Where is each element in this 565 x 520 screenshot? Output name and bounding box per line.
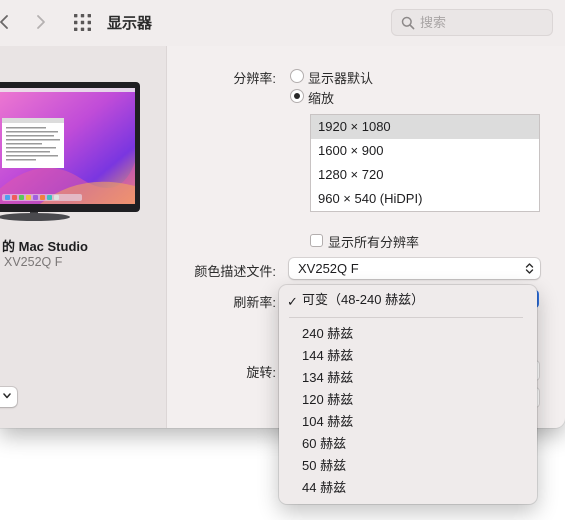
menu-separator [289,317,523,318]
display-sidebar: 的 Mac Studio XV252Q F [0,46,167,428]
display-options-dropdown[interactable] [0,387,17,407]
show-all-resolutions-checkbox[interactable] [310,234,323,247]
resolution-label: 分辨率: [233,71,276,86]
forward-chevron-icon[interactable] [34,10,54,34]
color-profile-value: XV252Q F [298,261,359,276]
refresh-rate-menu: ✓ 可变（48-240 赫兹） 240 赫兹 144 赫兹 134 赫兹 120… [279,285,537,504]
radio-scaled-label: 缩放 [308,91,335,106]
display-name: 的 Mac Studio [2,239,88,254]
resolution-item[interactable]: 1600 × 900 [311,139,539,163]
toolbar: 显示器 [0,0,565,46]
radio-default-label: 显示器默认 [308,71,374,86]
radio-scaled[interactable] [290,89,304,103]
menu-item-144[interactable]: 144 赫兹 [279,345,537,367]
radio-default[interactable] [290,69,304,83]
chevron-down-icon [3,393,11,399]
color-profile-label: 颜色描述文件: [194,264,276,279]
search-field[interactable] [391,9,553,36]
menu-item-44[interactable]: 44 赫兹 [279,477,537,499]
show-all-resolutions-label: 显示所有分辨率 [328,235,420,250]
resolution-item[interactable]: 1280 × 720 [311,163,539,187]
back-chevron-icon[interactable] [0,10,18,34]
menu-item-104[interactable]: 104 赫兹 [279,411,537,433]
menu-item-120[interactable]: 120 赫兹 [279,389,537,411]
updown-chevron-icon [525,263,534,274]
rotation-label: 旋转: [246,365,276,380]
menu-item-50[interactable]: 50 赫兹 [279,455,537,477]
display-model: XV252Q F [4,255,63,269]
menu-item-60[interactable]: 60 赫兹 [279,433,537,455]
resolution-item[interactable]: 960 × 540 (HiDPI) [311,187,539,211]
resolution-list: 1920 × 1080 1600 × 900 1280 × 720 960 × … [310,114,540,212]
menu-item-134[interactable]: 134 赫兹 [279,367,537,389]
color-profile-select[interactable]: XV252Q F [289,258,540,279]
search-icon [401,16,415,30]
menu-item-variable[interactable]: 可变（48-240 赫兹） [279,289,537,311]
menu-item-240[interactable]: 240 赫兹 [279,323,537,345]
display-thumbnail[interactable] [0,82,142,222]
resolution-item[interactable]: 1920 × 1080 [311,115,539,139]
refresh-rate-label: 刷新率: [233,295,276,310]
page-title: 显示器 [107,15,153,32]
search-input[interactable] [420,13,545,32]
grid-icon[interactable] [73,13,92,32]
